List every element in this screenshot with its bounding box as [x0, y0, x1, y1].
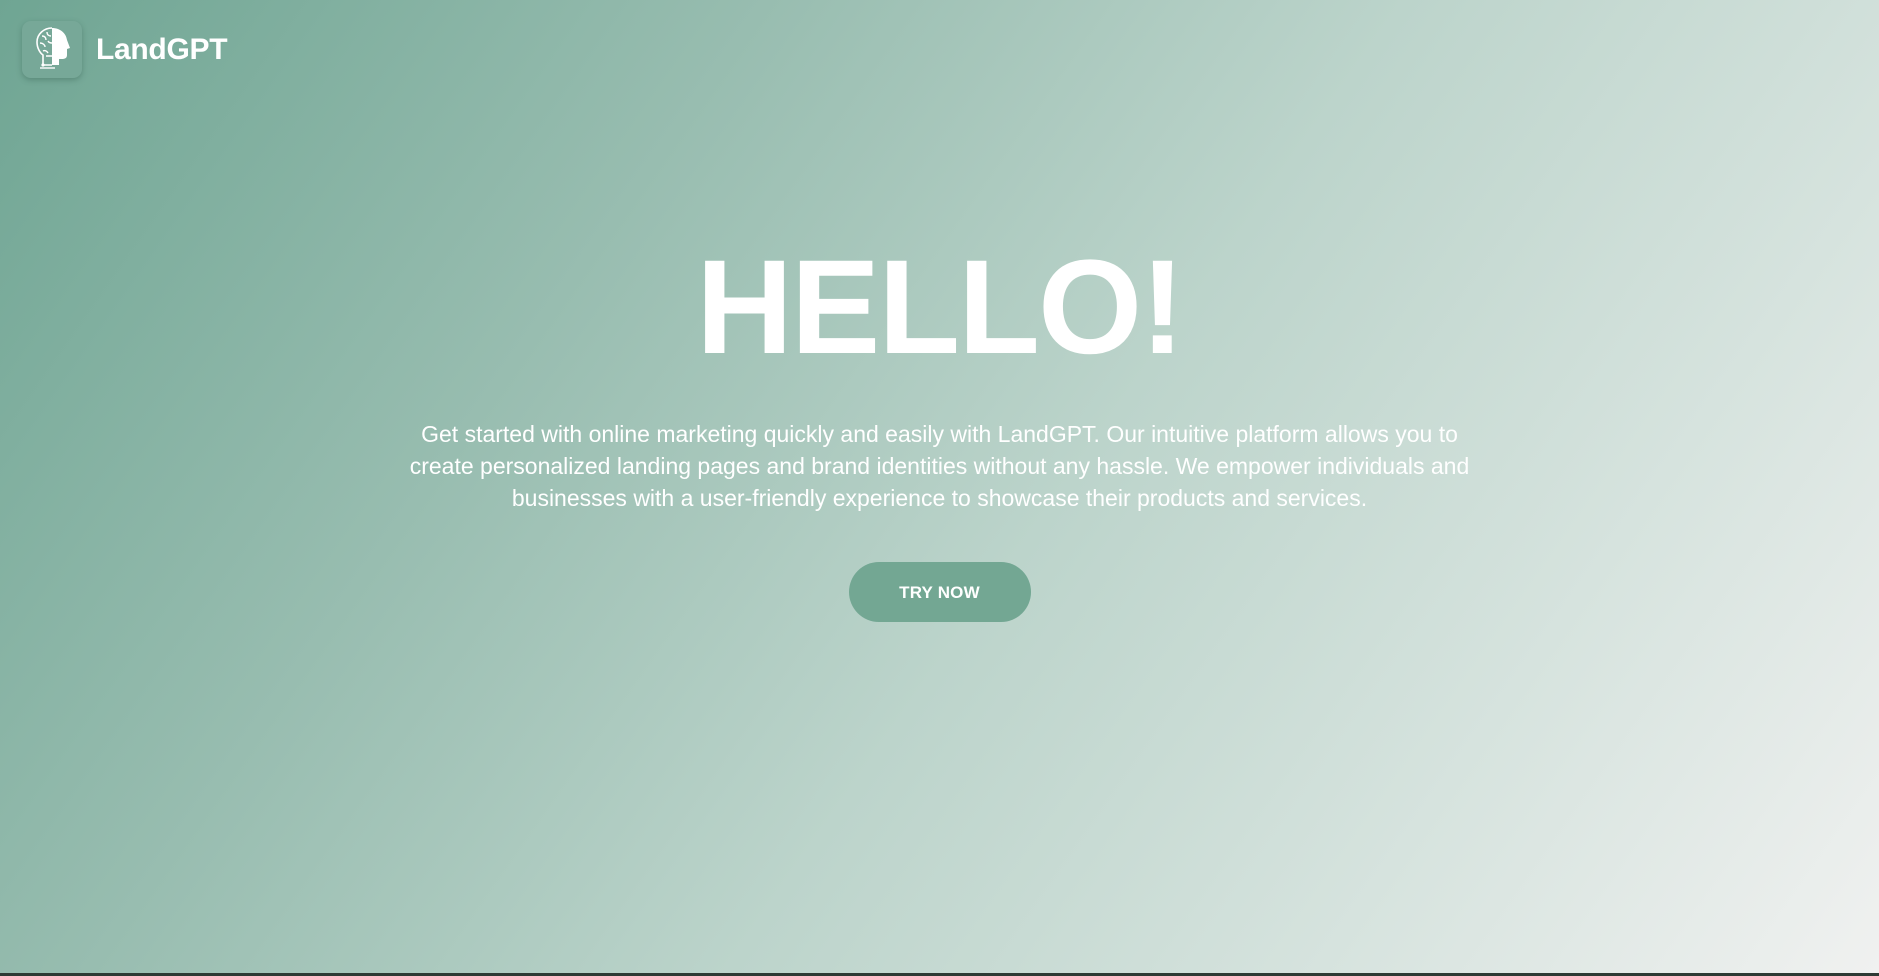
brain-head-icon [30, 24, 74, 75]
hero-section: HELLO! Get started with online marketing… [0, 228, 1879, 622]
site-header: LandGPT [22, 21, 228, 78]
brand-name[interactable]: LandGPT [96, 33, 228, 67]
hero-title: HELLO! [696, 233, 1185, 382]
logo[interactable] [22, 21, 82, 78]
hero-description: Get started with online marketing quickl… [409, 421, 1470, 511]
try-now-button[interactable]: TRY NOW [848, 562, 1031, 622]
